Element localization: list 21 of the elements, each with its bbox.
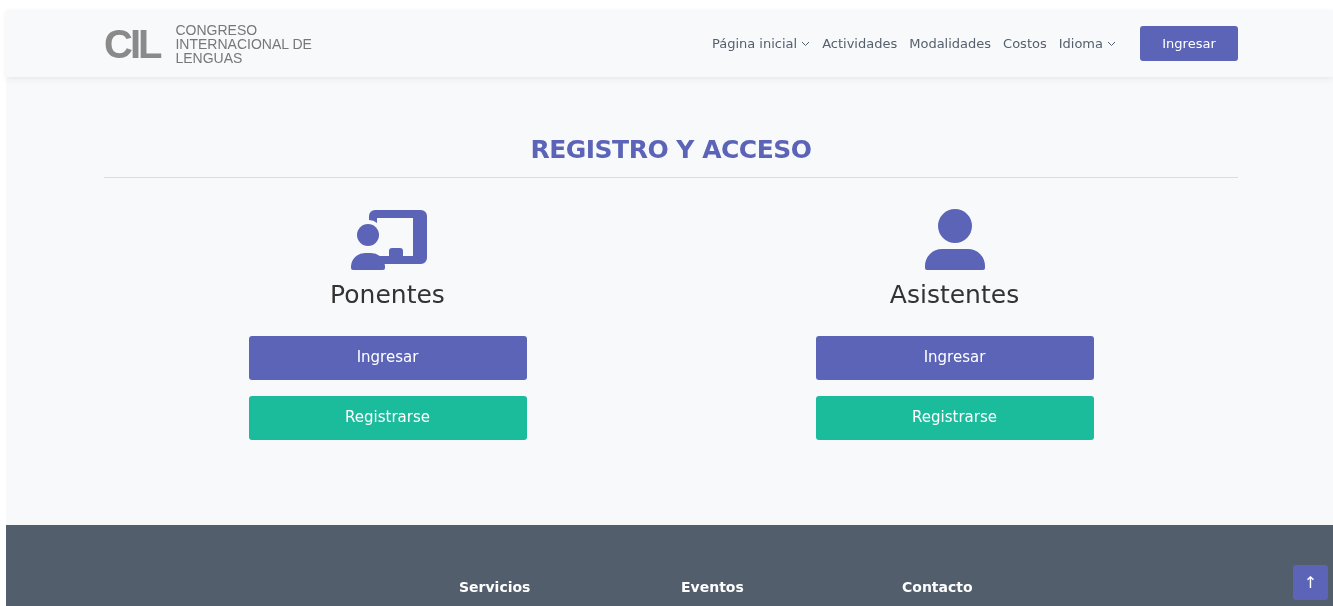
presenter-icon	[348, 208, 427, 270]
nav-link[interactable]: Actividades	[822, 33, 898, 54]
login-button[interactable]: Ingresar	[1140, 26, 1238, 61]
section-title: REGISTRO Y ACCESO	[529, 135, 813, 165]
group-heading: Asistentes	[889, 279, 1020, 311]
nav-link[interactable]: Idioma	[1058, 33, 1116, 54]
footer-heading: Eventos	[681, 578, 744, 597]
group-heading: Ponentes	[330, 279, 445, 311]
nav-link[interactable]: Costos	[1003, 33, 1047, 54]
footer-heading: Servicios	[459, 578, 531, 597]
logo[interactable]: CIL	[104, 23, 160, 64]
chevron-down-icon	[801, 40, 811, 47]
nav-link[interactable]: Página inicial	[711, 33, 811, 54]
back-to-top-button[interactable]: ↑	[1293, 565, 1328, 600]
chevron-down-icon	[1107, 40, 1116, 47]
footer-heading: Contacto	[902, 578, 973, 597]
login-button[interactable]: Ingresar	[815, 335, 1094, 380]
person-icon	[923, 208, 986, 270]
nav-link[interactable]: Modalidades	[909, 33, 992, 54]
login-button[interactable]: Ingresar	[248, 335, 527, 380]
brand-name: CONGRESO INTERNACIONAL DE LENGUAS	[175, 22, 313, 65]
